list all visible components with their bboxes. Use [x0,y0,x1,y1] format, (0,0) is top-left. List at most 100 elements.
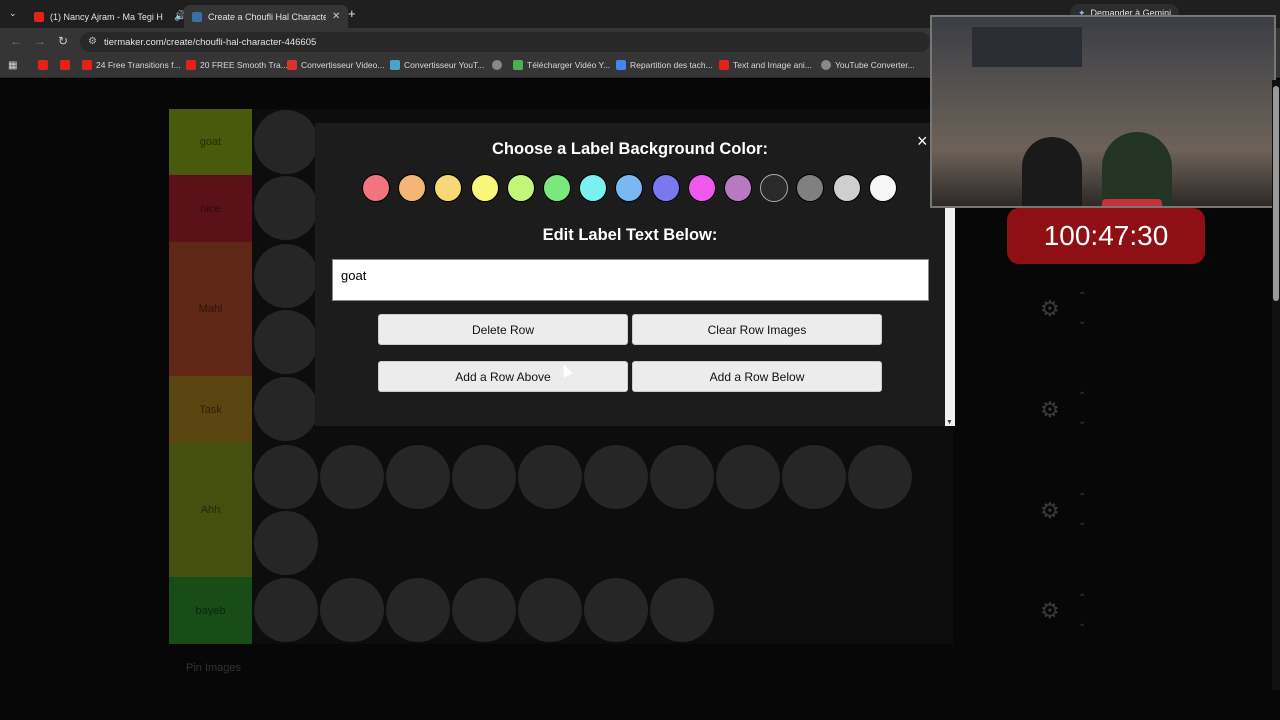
reload-icon[interactable]: ↻ [58,34,68,48]
character-image[interactable] [716,445,780,509]
color-swatch[interactable] [506,174,535,202]
move-row-up-icon[interactable]: ⌃ [1078,391,1086,402]
clear-row-images-button[interactable]: Clear Row Images [632,314,882,345]
bookmark-youtube-1[interactable] [38,60,48,70]
character-image[interactable] [452,445,516,509]
bookmark-7[interactable]: Text and Image ani... [719,60,812,70]
character-image[interactable] [584,445,648,509]
tier-label[interactable]: goat [169,109,252,175]
bookmark-8[interactable]: YouTube Converter... [821,60,915,70]
youtube-icon [719,60,729,70]
webcam-overlay [930,15,1276,208]
character-image[interactable] [254,445,318,509]
move-row-down-icon[interactable]: ⌄ [1078,416,1086,427]
move-row-down-icon[interactable]: ⌄ [1078,618,1086,629]
add-row-above-button[interactable]: Add a Row Above [378,361,628,392]
color-swatch[interactable] [868,174,897,202]
color-swatch[interactable] [832,174,861,202]
tier-label[interactable]: bayeb [169,577,252,644]
modal-scrollbar[interactable]: ▼ [945,205,955,426]
row-settings-gear-icon[interactable]: ⚙ [1040,296,1060,322]
color-swatch[interactable] [470,174,499,202]
character-image[interactable] [254,578,318,642]
character-image[interactable] [518,445,582,509]
tier-label[interactable]: Mahi [169,242,252,376]
move-row-down-icon[interactable]: ⌄ [1078,316,1086,327]
color-swatch[interactable] [760,174,789,202]
bookmark-2[interactable]: 20 FREE Smooth Tra... [186,60,288,70]
color-swatch[interactable] [724,174,752,202]
back-icon[interactable]: ← [10,34,22,48]
pin-images-toggle[interactable]: Pin Images [186,662,241,674]
character-image[interactable] [386,445,450,509]
character-image[interactable] [254,310,318,374]
site-info-icon[interactable]: ⚙ [88,36,97,47]
character-image[interactable] [518,578,582,642]
bookmark-5[interactable]: Télécharger Vidéo Y... [513,60,610,70]
bookmark-label: Text and Image ani... [733,60,812,70]
character-image[interactable] [650,445,714,509]
row-settings-gear-icon[interactable]: ⚙ [1040,598,1060,624]
delete-row-button[interactable]: Delete Row [378,314,628,345]
character-image[interactable] [650,578,714,642]
page-scrollbar[interactable] [1272,80,1280,690]
bookmark-label: YouTube Converter... [835,60,915,70]
bookmark-globe[interactable] [492,60,502,70]
tab-youtube[interactable]: (1) Nancy Ajram - Ma Tegi H 🔊 ✕ [26,5,209,28]
character-image[interactable] [254,511,318,575]
apps-grid-icon[interactable]: ▦ [8,60,17,71]
tier-label[interactable]: Ahh [169,443,252,577]
color-swatch[interactable] [687,174,716,202]
bookmark-1[interactable]: 24 Free Transitions f... [82,60,181,70]
move-row-up-icon[interactable]: ⌃ [1078,492,1086,503]
tab-label: (1) Nancy Ajram - Ma Tegi H [50,11,163,22]
color-swatch[interactable] [615,174,644,202]
globe-icon [492,60,502,70]
character-image[interactable] [254,244,318,308]
character-image[interactable] [782,445,846,509]
character-image[interactable] [320,445,384,509]
add-row-below-button[interactable]: Add a Row Below [632,361,882,392]
move-row-down-icon[interactable]: ⌄ [1078,517,1086,528]
character-image[interactable] [254,176,318,240]
close-tab-icon[interactable]: ✕ [332,11,340,22]
bookmark-3[interactable]: Convertisseur Video... [287,60,384,70]
color-swatch[interactable] [434,174,463,202]
move-row-up-icon[interactable]: ⌃ [1078,291,1086,302]
move-row-up-icon[interactable]: ⌃ [1078,593,1086,604]
new-tab-icon[interactable]: + [348,6,356,21]
tier-label[interactable]: Task [169,376,252,443]
character-image[interactable] [254,110,318,174]
bookmark-6[interactable]: Repartition des tach... [616,60,713,70]
bookmark-4[interactable]: Convertisseur YouT... [390,60,484,70]
scroll-down-icon[interactable]: ▼ [946,419,953,426]
color-swatch[interactable] [362,174,390,202]
tab-search-chevron-icon[interactable]: ⌄ [9,8,17,19]
color-swatch[interactable] [796,174,825,202]
tab-tiermaker[interactable]: Create a Choufli Hal Character ✕ [184,5,349,28]
banner-shape [972,27,1082,67]
character-image[interactable] [848,445,912,509]
bookmark-label: Convertisseur YouT... [404,60,485,70]
color-heading: Choose a Label Background Color: [492,140,768,158]
scrollbar-thumb[interactable] [1273,86,1279,301]
character-image[interactable] [452,578,516,642]
close-modal-icon[interactable]: × [917,131,928,152]
address-bar[interactable]: ⚙ tiermaker.com/create/choufli-hal-chara… [80,32,930,52]
row-settings-gear-icon[interactable]: ⚙ [1040,397,1060,423]
youtube-icon [38,60,48,70]
color-swatch[interactable] [398,174,427,202]
label-text-input[interactable]: goat [332,259,929,301]
color-swatch[interactable] [579,174,608,202]
bookmark-label: 24 Free Transitions f... [96,60,181,70]
character-image[interactable] [254,377,318,441]
character-image[interactable] [584,578,648,642]
character-image[interactable] [386,578,450,642]
tier-label[interactable]: nice [169,175,252,242]
row-settings-gear-icon[interactable]: ⚙ [1040,498,1060,524]
color-swatch[interactable] [543,174,571,202]
bookmark-youtube-2[interactable] [60,60,70,70]
character-image[interactable] [320,578,384,642]
color-swatch[interactable] [651,174,680,202]
forward-icon[interactable]: → [34,34,46,48]
